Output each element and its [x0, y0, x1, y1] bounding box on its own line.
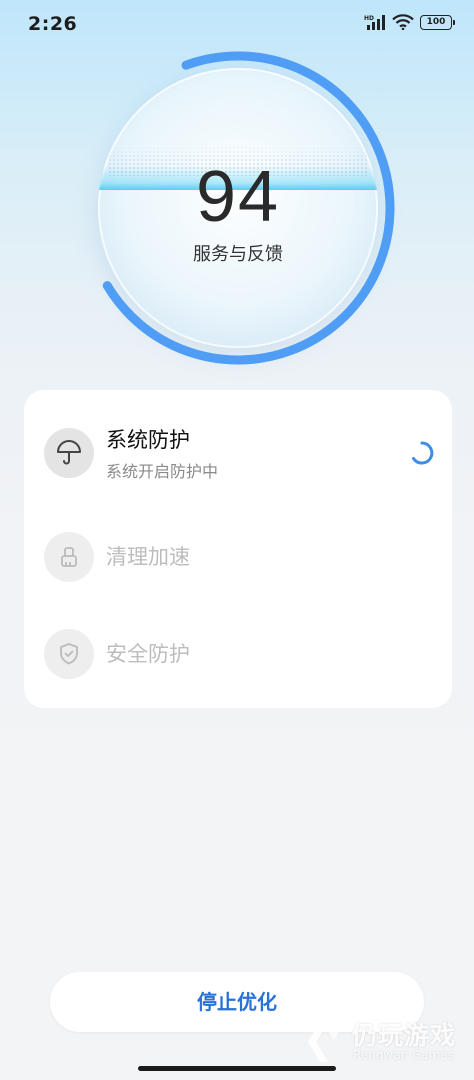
wifi-icon	[392, 14, 414, 30]
task-card: 系统防护 系统开启防护中 清理加速 安全防护	[24, 390, 452, 708]
watermark-text: 仍玩游戏	[352, 1021, 457, 1050]
task-title: 清理加速	[106, 545, 190, 569]
task-item-clean-speedup: 清理加速	[44, 524, 434, 588]
brush-icon	[44, 532, 94, 582]
home-indicator[interactable]	[138, 1066, 336, 1071]
umbrella-icon	[44, 428, 94, 478]
task-subtitle: 系统开启防护中	[106, 462, 219, 481]
task-item-system-protection: 系统防护 系统开启防护中	[44, 420, 434, 484]
watermark: 仍玩游戏 Rengwan Games	[298, 1012, 468, 1072]
task-title: 系统防护	[106, 428, 190, 452]
loading-spinner-icon	[412, 441, 434, 465]
status-time: 2:26	[28, 13, 78, 35]
score-dial: 94 服务与反馈	[78, 48, 398, 368]
status-bar: 2:26 HD 100	[0, 0, 474, 50]
status-icons: HD 100	[364, 14, 455, 30]
watermark-logo-icon	[302, 1022, 340, 1062]
battery-icon: 100	[420, 14, 455, 30]
shield-icon	[44, 629, 94, 679]
score-label: 服务与反馈	[193, 244, 283, 265]
watermark-subtext: Rengwan Games	[353, 1048, 454, 1062]
task-item-security-protection: 安全防护	[44, 621, 434, 685]
score-value: 94	[195, 157, 281, 237]
cellular-signal-icon: HD	[364, 14, 386, 30]
task-title: 安全防护	[106, 642, 190, 666]
network-hd-label: HD	[364, 15, 374, 22]
